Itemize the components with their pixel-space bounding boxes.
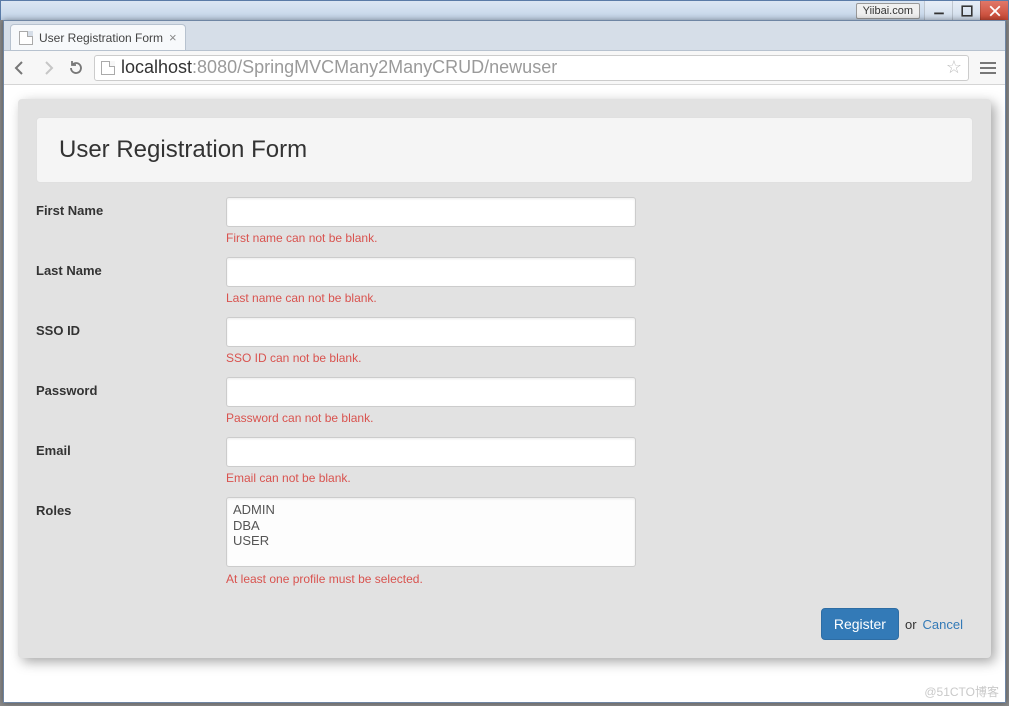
label-first-name: First Name	[36, 197, 226, 218]
roles-select[interactable]: ADMINDBAUSER	[226, 497, 636, 567]
close-icon[interactable]: ×	[169, 31, 177, 44]
forward-button[interactable]	[38, 58, 58, 78]
roles-option[interactable]: USER	[233, 533, 629, 549]
email-input[interactable]	[226, 437, 636, 467]
register-button[interactable]: Register	[821, 608, 899, 640]
label-password: Password	[36, 377, 226, 398]
first-name-input[interactable]	[226, 197, 636, 227]
form-container: User Registration Form First Name First …	[18, 99, 991, 658]
label-last-name: Last Name	[36, 257, 226, 278]
row-sso-id: SSO ID SSO ID can not be blank.	[36, 317, 973, 365]
url-text: localhost:8080/SpringMVCMany2ManyCRUD/ne…	[121, 57, 940, 78]
row-first-name: First Name First name can not be blank.	[36, 197, 973, 245]
page-viewport: User Registration Form First Name First …	[4, 85, 1005, 702]
window-maximize-button[interactable]	[952, 1, 980, 20]
error-first-name: First name can not be blank.	[226, 231, 636, 245]
browser-toolbar: localhost:8080/SpringMVCMany2ManyCRUD/ne…	[4, 51, 1005, 85]
or-text: or	[905, 617, 917, 632]
label-roles: Roles	[36, 497, 226, 518]
reload-button[interactable]	[66, 58, 86, 78]
os-titlebar: Yiibai.com	[0, 0, 1009, 20]
row-email: Email Email can not be blank.	[36, 437, 973, 485]
window-close-button[interactable]	[980, 1, 1008, 20]
error-last-name: Last name can not be blank.	[226, 291, 636, 305]
browser-window: User Registration Form × localhost:8080/…	[3, 20, 1006, 703]
browser-tab[interactable]: User Registration Form ×	[10, 24, 186, 50]
site-badge: Yiibai.com	[856, 3, 920, 19]
address-bar[interactable]: localhost:8080/SpringMVCMany2ManyCRUD/ne…	[94, 55, 969, 81]
sso-id-input[interactable]	[226, 317, 636, 347]
row-roles: Roles ADMINDBAUSER At least one profile …	[36, 497, 973, 586]
page-icon	[19, 31, 33, 45]
error-password: Password can not be blank.	[226, 411, 636, 425]
row-last-name: Last Name Last name can not be blank.	[36, 257, 973, 305]
password-input[interactable]	[226, 377, 636, 407]
menu-button[interactable]	[977, 57, 999, 79]
bookmark-star-icon[interactable]: ☆	[946, 57, 962, 78]
url-path: :8080/SpringMVCMany2ManyCRUD/newuser	[192, 57, 557, 77]
error-roles: At least one profile must be selected.	[226, 572, 636, 586]
roles-option[interactable]: ADMIN	[233, 502, 629, 518]
window-minimize-button[interactable]	[924, 1, 952, 20]
form-actions: Register or Cancel	[36, 608, 973, 640]
tab-strip: User Registration Form ×	[4, 21, 1005, 51]
tab-title: User Registration Form	[39, 31, 163, 45]
cancel-link[interactable]: Cancel	[923, 617, 963, 632]
roles-option[interactable]: DBA	[233, 518, 629, 534]
page-icon	[101, 61, 115, 75]
last-name-input[interactable]	[226, 257, 636, 287]
page-header: User Registration Form	[36, 117, 973, 183]
error-sso-id: SSO ID can not be blank.	[226, 351, 636, 365]
url-host: localhost	[121, 57, 192, 77]
watermark: @51CTO博客	[924, 683, 999, 700]
label-email: Email	[36, 437, 226, 458]
back-button[interactable]	[10, 58, 30, 78]
error-email: Email can not be blank.	[226, 471, 636, 485]
page-title: User Registration Form	[59, 136, 950, 164]
row-password: Password Password can not be blank.	[36, 377, 973, 425]
label-sso-id: SSO ID	[36, 317, 226, 338]
